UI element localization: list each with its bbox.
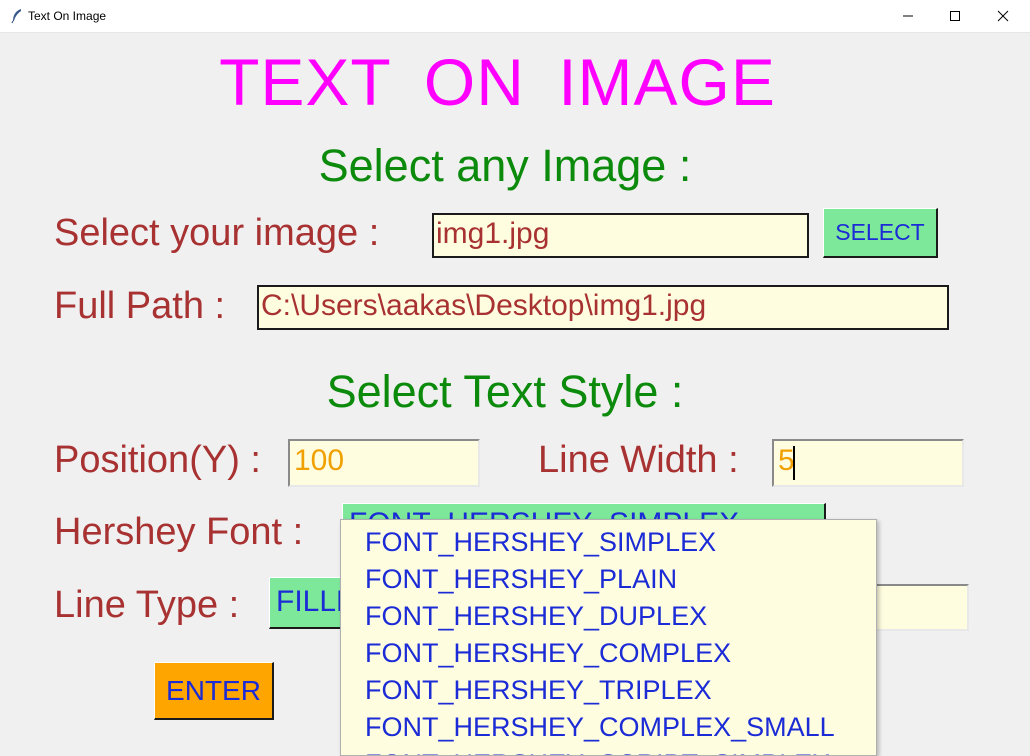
select-image-label: Select your image :: [54, 212, 380, 254]
dropdown-item[interactable]: FONT_HERSHEY_SCRIPT_SIMPLEX: [341, 742, 876, 755]
dropdown-item[interactable]: FONT_HERSHEY_COMPLEX_SMALL: [341, 705, 876, 742]
maximize-icon: [950, 11, 960, 21]
window-titlebar: Text On Image: [0, 0, 1030, 33]
window-title: Text On Image: [28, 9, 107, 23]
line-type-label: Line Type :: [54, 584, 240, 626]
position-y-field[interactable]: 100: [288, 439, 480, 487]
dropdown-item[interactable]: FONT_HERSHEY_SIMPLEX: [341, 520, 876, 557]
maximize-button[interactable]: [932, 0, 978, 32]
select-button[interactable]: SELECT: [823, 208, 938, 258]
full-path-field[interactable]: C:\Users\aakas\Desktop\img1.jpg: [257, 285, 949, 330]
image-section-heading: Select any Image :: [318, 140, 692, 191]
app-title: TEXT ON IMAGE: [219, 45, 776, 119]
font-dropdown-list[interactable]: FONT_HERSHEY_SIMPLEX FONT_HERSHEY_PLAIN …: [340, 519, 877, 756]
position-y-label: Position(Y) :: [54, 439, 261, 481]
enter-button[interactable]: ENTER: [154, 662, 274, 720]
line-width-label: Line Width :: [538, 439, 739, 481]
close-button[interactable]: [980, 0, 1026, 32]
image-name-field[interactable]: img1.jpg: [432, 213, 809, 258]
full-path-label: Full Path :: [54, 285, 226, 327]
close-icon: [997, 10, 1009, 22]
line-width-field[interactable]: 5: [772, 439, 964, 487]
dropdown-item[interactable]: FONT_HERSHEY_TRIPLEX: [341, 668, 876, 705]
dropdown-item[interactable]: FONT_HERSHEY_COMPLEX: [341, 631, 876, 668]
hershey-font-label: Hershey Font :: [54, 511, 304, 553]
minimize-button[interactable]: [885, 0, 931, 32]
style-section-heading: Select Text Style :: [326, 366, 684, 417]
dropdown-item[interactable]: FONT_HERSHEY_PLAIN: [341, 557, 876, 594]
minimize-icon: [903, 15, 913, 17]
feather-icon: [10, 8, 24, 24]
text-cursor: [793, 446, 795, 480]
dropdown-item[interactable]: FONT_HERSHEY_DUPLEX: [341, 594, 876, 631]
